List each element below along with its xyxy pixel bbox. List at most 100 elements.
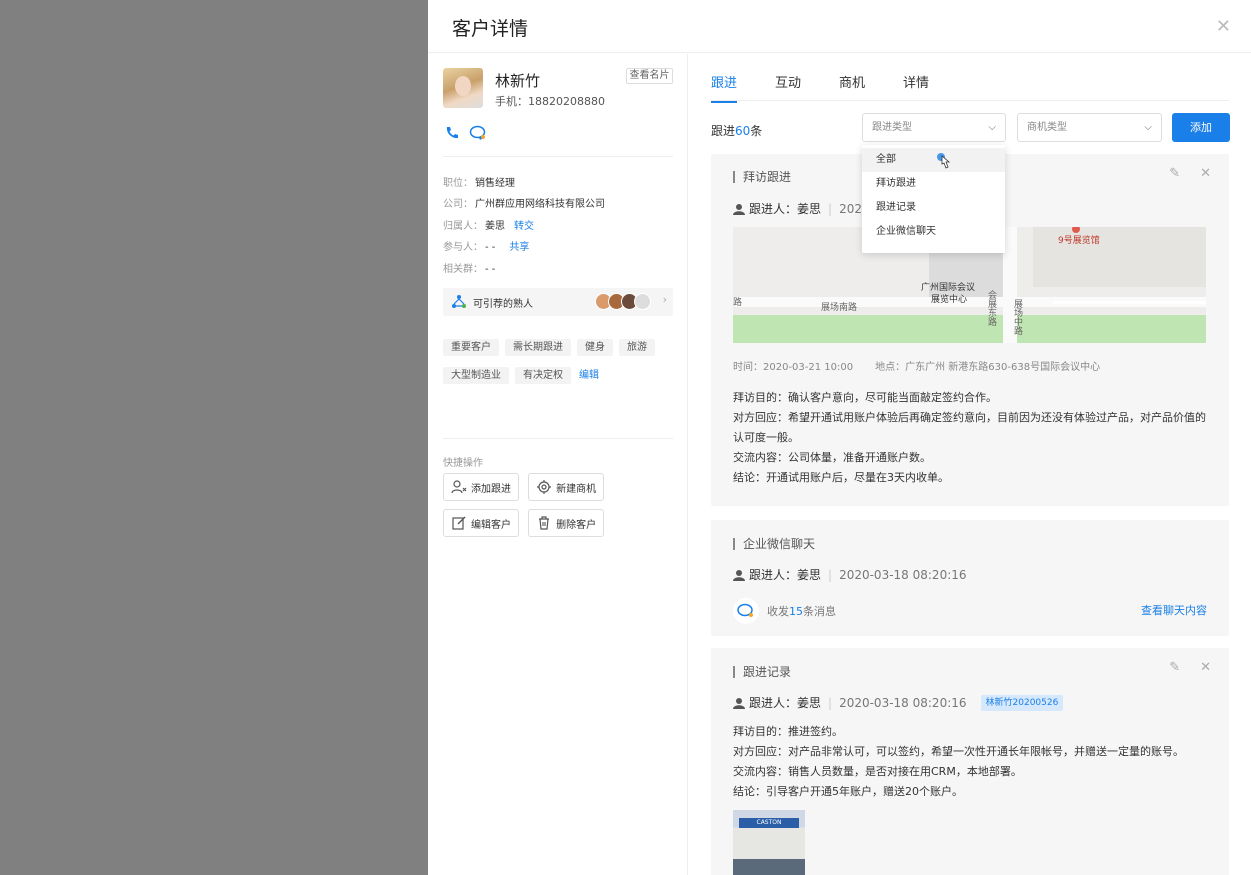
record-card: 企业微信聊天 跟进人：姜思 | 2020-03-18 08:20:16 收发15条消…: [711, 520, 1229, 636]
tag: 健身: [577, 339, 613, 356]
tag: 大型制造业: [443, 367, 509, 384]
opportunity-badge: 林新竹20200526: [980, 694, 1064, 711]
attachment-photo[interactable]: CASTON: [733, 810, 805, 875]
person-icon: [733, 203, 745, 215]
map-label: 展场南路: [821, 301, 857, 313]
person-icon: [733, 569, 745, 581]
avatar: [443, 68, 483, 108]
close-icon[interactable]: ✕: [1216, 16, 1231, 37]
dropdown-option[interactable]: 跟进记录: [862, 196, 1005, 220]
tab-followup[interactable]: 跟进: [711, 72, 738, 103]
add-button[interactable]: 添加: [1172, 113, 1230, 142]
add-person-icon: [451, 480, 467, 494]
map-label: 广州国际会议: [921, 281, 975, 293]
quick-actions-title: 快捷操作: [443, 458, 483, 469]
tag: 需长期跟进: [505, 339, 571, 356]
record-type: 企业微信聊天: [733, 538, 815, 550]
record-content: 拜访目的：推进签约。 对方回应：对产品非常认可，可以签约，希望一次性开通长年限帐…: [733, 725, 1184, 798]
modal-overlay[interactable]: [0, 0, 428, 875]
tab-opportunity[interactable]: 商机: [839, 72, 865, 103]
wecom-chat-icon: [733, 598, 759, 624]
customer-detail-drawer: 客户详情 ✕ 林新竹 手机：18820208880 查看名片 职位： 销售经理 公…: [428, 0, 1251, 875]
tab-details[interactable]: 详情: [903, 72, 929, 103]
followup-type-dropdown: 全部 拜访跟进 跟进记录 企业微信聊天: [862, 145, 1005, 253]
recommend-label: 可引荐的熟人: [473, 299, 533, 310]
transfer-link[interactable]: 转交: [514, 221, 534, 232]
dropdown-option[interactable]: 拜访跟进: [862, 172, 1005, 196]
chevron-right-icon: ›: [662, 293, 667, 306]
share-link[interactable]: 共享: [509, 242, 529, 253]
tab-bar: 跟进 互动 商机 详情: [711, 72, 929, 103]
opportunity-type-select[interactable]: 商机类型 ⌵: [1017, 113, 1162, 142]
edit-icon[interactable]: ✎: [1169, 166, 1180, 181]
records-count: 跟进60条: [711, 124, 763, 138]
divider: [443, 156, 673, 157]
quick-actions: 添加跟进 新建商机 编辑客户 删除客户: [443, 473, 683, 545]
chevron-down-icon: ⌵: [1144, 122, 1152, 133]
followup-type-select[interactable]: 跟进类型 ⌵: [862, 113, 1006, 142]
drawer-header: 客户详情 ✕: [428, 0, 1251, 53]
participant-row: 参与人： - - 共享: [443, 242, 530, 253]
owner-row: 归属人： 姜思 转交: [443, 221, 534, 232]
card-actions: ✎ ✕: [1169, 660, 1211, 675]
recommend-avatars: [595, 293, 651, 310]
map-label: 路: [733, 296, 742, 308]
cursor-icon: [937, 153, 951, 169]
company-value: 广州群应用网络科技有限公司: [475, 199, 605, 210]
recommend-contacts[interactable]: 可引荐的熟人 ›: [443, 288, 673, 316]
chevron-down-icon: ⌵: [988, 122, 996, 133]
tab-interaction[interactable]: 互动: [775, 72, 801, 103]
recommend-icon: [452, 295, 466, 308]
record-card: 跟进记录 ✎ ✕ 跟进人：姜思 | 2020-03-18 08:20:16 林新竹20…: [711, 648, 1229, 875]
more-avatars-icon: [634, 293, 651, 310]
dropdown-option[interactable]: 企业微信聊天: [862, 220, 1005, 244]
person-icon: [733, 697, 745, 709]
delete-customer-button[interactable]: 删除客户: [528, 509, 605, 537]
divider: [443, 438, 673, 439]
records-panel: 跟进 互动 商机 详情 跟进60条 跟进类型 ⌵ 商机类型 ⌵ 添加 拜访跟进 ✎ ✕…: [689, 54, 1251, 875]
owner-value: 姜思: [485, 221, 505, 232]
tag: 有决定权: [515, 367, 571, 384]
card-actions: ✎ ✕: [1169, 166, 1211, 181]
edit-icon[interactable]: ✎: [1169, 660, 1180, 675]
phone-icon[interactable]: [443, 124, 461, 142]
map-label: 展览中心: [931, 293, 967, 305]
record-follower: 跟进人：姜思 | 2020-03-18 08:20:16: [733, 566, 967, 583]
map-label: 会展东路: [986, 289, 997, 327]
company-row: 公司： 广州群应用网络科技有限公司: [443, 199, 605, 210]
contact-icons: [443, 124, 487, 142]
tab-divider: [711, 100, 1229, 101]
tag: 旅游: [619, 339, 655, 356]
close-icon[interactable]: ✕: [1200, 660, 1211, 675]
edit-icon: [452, 516, 466, 530]
group-row: 相关群： - -: [443, 264, 496, 275]
add-followup-button[interactable]: 添加跟进: [443, 473, 519, 501]
record-content: 拜访目的：确认客户意向，尽可能当面敲定签约合作。 对方回应：希望开通试用账户体验…: [733, 391, 1206, 484]
customer-phone: 手机：18820208880: [495, 95, 605, 108]
target-icon: [537, 480, 552, 494]
map-label: 9号展览馆: [1058, 234, 1100, 246]
position-row: 职位： 销售经理: [443, 178, 515, 189]
new-opportunity-button[interactable]: 新建商机: [528, 473, 605, 501]
trash-icon: [539, 516, 550, 530]
view-chat-link[interactable]: 查看聊天内容: [1141, 602, 1207, 618]
close-icon[interactable]: ✕: [1200, 166, 1211, 181]
record-type: 跟进记录: [733, 666, 791, 678]
tag: 重要客户: [443, 339, 499, 356]
chat-icon[interactable]: [469, 124, 487, 142]
position-value: 销售经理: [475, 178, 515, 189]
participant-value: - -: [485, 242, 496, 253]
record-meta: 时间：2020-03-21 10:00 地点：广东广州 新港东路630-638号国…: [733, 362, 1101, 373]
customer-info-panel: 林新竹 手机：18820208880 查看名片 职位： 销售经理 公司： 广州群应用…: [428, 54, 688, 875]
drawer-title: 客户详情: [452, 18, 529, 40]
edit-customer-button[interactable]: 编辑客户: [443, 509, 519, 537]
customer-name: 林新竹: [495, 72, 541, 90]
map-label: 展场中路: [1012, 299, 1023, 336]
tag-list: 重要客户 需长期跟进 健身 旅游 大型制造业 有决定权 编辑: [443, 335, 683, 391]
group-value: - -: [485, 264, 496, 275]
message-summary: 收发15条消息: [733, 598, 836, 624]
view-card-button[interactable]: 查看名片: [626, 68, 673, 84]
edit-tags-link[interactable]: 编辑: [579, 366, 599, 381]
record-follower: 跟进人：姜思 | 2020-03-18 08:20:16 林新竹20200526: [733, 694, 1064, 711]
dropdown-option[interactable]: 全部: [862, 148, 1005, 172]
